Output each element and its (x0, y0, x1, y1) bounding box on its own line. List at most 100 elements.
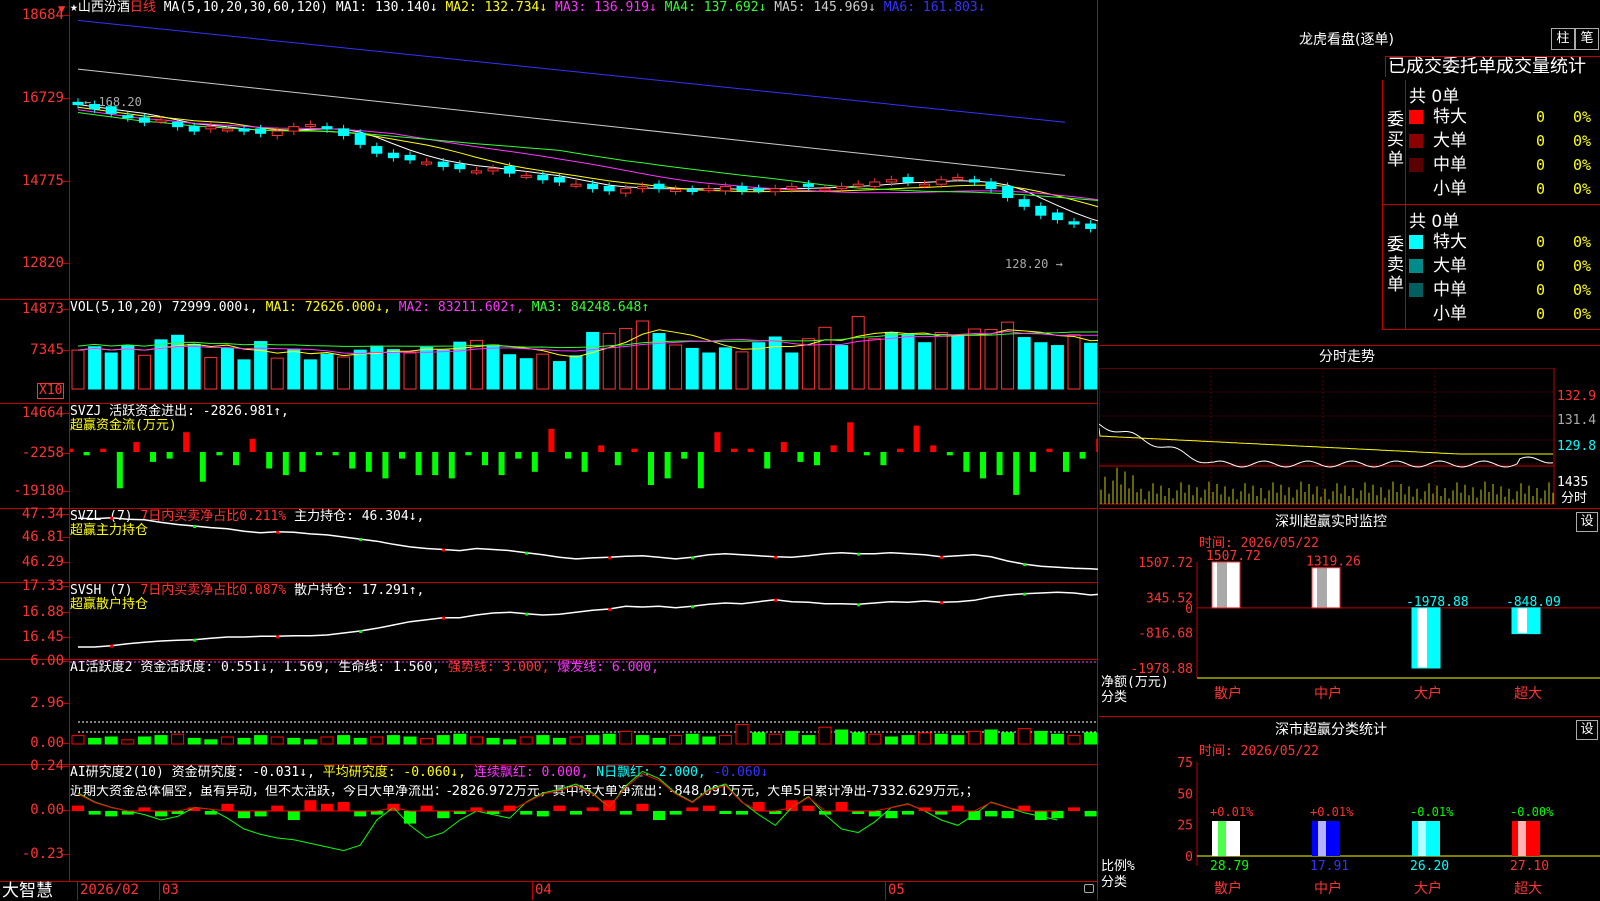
active-bar (503, 739, 517, 745)
active-bar (71, 735, 85, 745)
svsh-line-chart[interactable] (70, 583, 1098, 659)
research-bar (736, 811, 748, 815)
sell-color-swatch (1409, 235, 1423, 249)
y-tick-mark (63, 15, 69, 16)
intraday-chart[interactable]: 132.9 131.4 129.8 1435分时 (1099, 368, 1600, 509)
y-tick-label: 0.00 (30, 802, 64, 818)
research-bar (437, 811, 450, 819)
intraday-section[interactable]: 分时走势 132.9 131.4 129.8 1435 分时 (1099, 345, 1600, 509)
buy-row-pct: 0% (1573, 180, 1592, 198)
ratio-bar-chart[interactable]: 75 50 25 0 +0.01% 28.79 散户 +0.01% 17.91 中户 -0.01% 2… (1099, 717, 1600, 901)
candle-body (736, 185, 748, 192)
candle-body (1035, 205, 1047, 216)
lock-icon[interactable] (1084, 884, 1094, 893)
y-tick-mark (63, 661, 69, 662)
research-bar (935, 811, 948, 815)
research-bar (553, 805, 566, 811)
active-bar (88, 737, 102, 745)
candlestick-chart[interactable]: ← 168.20 128.20 → (70, 16, 1098, 298)
candle-body (819, 188, 831, 192)
candle-body (1085, 223, 1097, 229)
ma-title: MA(5,10,20,30,60,120) (163, 0, 329, 15)
time-axis-label: 05 (888, 882, 905, 898)
volume-bar (320, 353, 334, 390)
active-bar (635, 735, 649, 745)
favorite-star-icon[interactable]: ★ (70, 0, 78, 15)
active-bar (967, 730, 981, 745)
net-amount-bar-chart[interactable]: 1507.72345.520-816.68-1978.881507.72散户13… (1099, 509, 1600, 717)
ai-active-panel[interactable]: AI活跃度2 资金活跃度: 0.551↓, 1.569, 生命线: 1.560,… (0, 654, 1098, 764)
monitor-tick-label: 1507.72 (1138, 556, 1193, 571)
volume-chart[interactable] (70, 300, 1098, 403)
volume-bar (469, 339, 483, 390)
volume-bar (851, 315, 865, 390)
price-panel[interactable]: ★山西汾酒日线 MA(5,10,20,30,60,120) MA1: 130.1… (0, 0, 1098, 299)
volume-bar (88, 346, 102, 390)
svzl-line-chart[interactable] (70, 509, 1098, 582)
time-axis-tick (532, 882, 533, 900)
sell-row-pct: 0% (1573, 305, 1592, 323)
intraday-frame (1099, 368, 1555, 505)
research-bar (1068, 807, 1080, 811)
y-tick-label: 16.45 (21, 629, 64, 645)
volume-panel[interactable]: VOL(5,10,20) 72999.000↓, MA1: 72626.000↓… (0, 300, 1098, 403)
classify-tick-label: 25 (1177, 819, 1193, 834)
left-chart-area[interactable]: ★山西汾酒日线 MA(5,10,20,30,60,120) MA1: 130.1… (0, 0, 1098, 900)
y-tick-mark (63, 413, 69, 414)
svzj-bar (996, 452, 1003, 476)
y-tick-mark (63, 586, 69, 587)
classify-section: 深市超赢分类统计 设 时间: 2026/05/22 75 50 25 0 +0.01% 2… (1099, 716, 1600, 901)
sell-row-label: 中单 (1433, 280, 1467, 300)
volume-bar (619, 327, 633, 390)
svzj-panel[interactable]: SVZJ 活跃资金进出: -2826.981↑, 超赢资金流(万元) 14664… (0, 404, 1098, 508)
y-tick-mark (63, 612, 69, 613)
svzj-bar (448, 452, 455, 479)
buy-side-label: 委买单 (1387, 110, 1404, 170)
volume-bar (536, 353, 550, 390)
volume-bar (220, 347, 234, 390)
sell-color-swatch (1409, 283, 1423, 297)
svzj-bar (648, 452, 654, 485)
classify-change-label: -0.00% (1510, 805, 1554, 819)
active-bar (1084, 732, 1098, 745)
monitor-xlabel: 分类 (1101, 690, 1127, 705)
volume-bar (602, 333, 616, 390)
buy-color-swatch (1409, 158, 1423, 172)
svsh-panel[interactable]: SVSH (7) 7日内买卖净占比0.087% 散户持仓: 17.291↑, 超… (0, 579, 1098, 659)
tick-mode-button[interactable]: 笔 (1575, 28, 1599, 50)
monitor-category-label: 超大 (1514, 686, 1542, 702)
sell-row-count: 0 (1536, 257, 1546, 275)
research-bar (752, 802, 765, 811)
volume-bar (486, 344, 500, 390)
svzj-bar (332, 452, 339, 456)
lhb-title: 龙虎看盘(逐单) (1299, 32, 1394, 48)
active-bar (586, 735, 600, 745)
intraday-tick-label: 1435 (1557, 475, 1588, 490)
svzl-panel[interactable]: SVZL (7) 7日内买卖净占比0.211% 主力持仓: 46.304↓, 超… (0, 507, 1098, 582)
volume-bar (718, 347, 732, 390)
research-bar (138, 807, 151, 811)
active-bar (486, 737, 500, 745)
period-label[interactable]: 日线 (130, 0, 156, 15)
candle-body (172, 121, 184, 128)
ai-research-chart[interactable] (70, 765, 1098, 881)
app-logo[interactable]: 大智慧 (2, 882, 53, 900)
candle-body (437, 161, 449, 167)
research-bar (1084, 811, 1097, 817)
candle-body (952, 177, 964, 181)
ai-active-chart[interactable] (70, 660, 1098, 764)
active-bar (1001, 732, 1015, 745)
svzj-bar (83, 452, 90, 456)
active-bar (602, 733, 616, 745)
column-mode-button[interactable]: 柱 (1551, 28, 1575, 50)
candle-body (255, 128, 267, 134)
ai-research-panel[interactable]: AI研究度2(10) 资金研究度: -0.031↓, 平均研究度: -0.060… (0, 759, 1098, 881)
svzj-bar (697, 452, 704, 489)
monitor-value-label: -848.09 (1506, 595, 1561, 610)
y-tick-label: 6.00 (30, 653, 64, 669)
svzj-chart[interactable] (70, 404, 1098, 508)
candle-body (1002, 185, 1014, 198)
volume-bar (204, 357, 218, 390)
volume-bar (984, 329, 998, 390)
active-bar (801, 735, 815, 745)
